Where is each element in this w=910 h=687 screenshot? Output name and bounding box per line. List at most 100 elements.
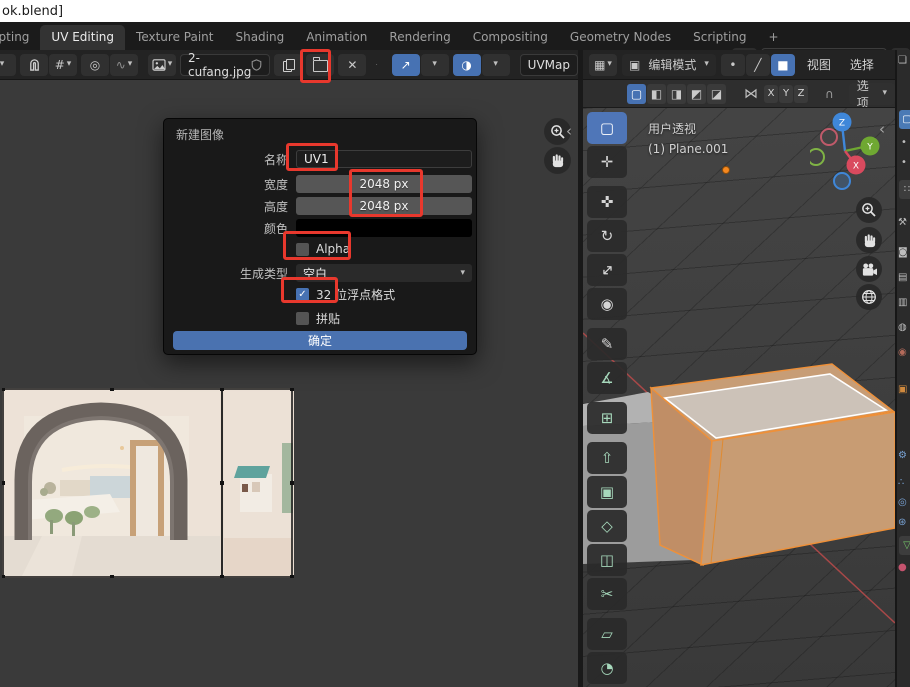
uv-editor-type-button[interactable]: ▾ — [0, 54, 16, 76]
vertex-select-button[interactable]: • — [721, 54, 745, 76]
tool-extrude-region[interactable]: ⇧ — [587, 442, 627, 474]
shield-icon[interactable] — [251, 59, 262, 71]
select-mode-new-button[interactable]: ▢ — [627, 84, 646, 104]
properties-tab-data[interactable]: ▽ — [899, 536, 910, 555]
move-icon: ✜ — [601, 193, 614, 211]
workspace-tab-texture-paint[interactable]: Texture Paint — [125, 25, 224, 50]
falloff-dropdown[interactable]: ∿ ▾ — [110, 54, 138, 76]
tool-knife[interactable]: ✂ — [587, 578, 627, 610]
tool-add-cube[interactable]: ⊞ — [587, 402, 627, 434]
properties-tab-world[interactable]: ◉ — [898, 348, 907, 358]
tool-scale[interactable]: ↔ — [587, 254, 627, 286]
workspace-tab-uv-editing[interactable]: UV Editing — [40, 25, 125, 50]
viewport-perspective-button[interactable] — [856, 284, 882, 310]
viewport-editor-type-button[interactable]: ▦ ▾ — [589, 54, 617, 76]
properties-tab-particles[interactable]: ∴ — [898, 478, 904, 488]
workspace-tab-compositing[interactable]: Compositing — [462, 25, 559, 50]
navigation-gizmo[interactable]: Z Y X — [810, 110, 890, 194]
new-image-button[interactable] — [274, 54, 302, 76]
image-name: 2-cufang.jpg — [188, 51, 251, 79]
uv-pan-button[interactable] — [544, 147, 571, 174]
pin-icon[interactable] — [376, 58, 377, 71]
tool-move[interactable]: ✜ — [587, 186, 627, 218]
workspace-tab-sculpting[interactable]: culpting — [0, 25, 40, 50]
viewport-sidebar-collapse-arrow[interactable]: ‹ — [879, 122, 885, 137]
edge-select-button[interactable]: ╱ — [746, 54, 770, 76]
proportional-edit-icon: ◎ — [90, 59, 100, 71]
image-name-field[interactable]: 2-cufang.jpg — [180, 54, 270, 76]
properties-tab-scene[interactable]: ◍ — [898, 323, 907, 333]
proportional-edit-button[interactable]: ◎ — [81, 54, 109, 76]
properties-tab-modifiers[interactable]: ⚙ — [898, 451, 907, 461]
properties-tab-tool-active[interactable]: ▢ — [899, 110, 910, 129]
face-select-button[interactable]: ■ — [771, 54, 795, 76]
tool-select-box[interactable]: ▢ — [587, 112, 627, 144]
tool-spin[interactable]: ◔ — [587, 652, 627, 684]
viewport-pan-button[interactable] — [856, 227, 882, 253]
mirror-x-button[interactable]: X — [764, 85, 778, 103]
uv-pivot-button[interactable]: ↗ — [392, 54, 420, 76]
tool-poly-build[interactable]: ▱ — [587, 618, 627, 650]
uv-reference-image[interactable] — [2, 388, 294, 578]
tool-measure[interactable]: ∡ — [587, 362, 627, 394]
select-mode-extend-button[interactable]: ◧ — [647, 84, 666, 104]
tool-loop-cut[interactable]: ◫ — [587, 544, 627, 576]
mirror-y-button[interactable]: Y — [779, 85, 793, 103]
mirror-z-button[interactable]: Z — [794, 85, 808, 103]
viewport-zoom-button[interactable] — [856, 197, 882, 223]
tiled-label[interactable]: 拼贴 — [316, 310, 340, 327]
properties-tab-view-layer[interactable]: ▥ — [898, 298, 907, 308]
uvmap-field[interactable]: UVMap — [520, 54, 578, 76]
properties-tab-constraints[interactable]: ⊛ — [898, 518, 906, 528]
workspace-tab-rendering[interactable]: Rendering — [378, 25, 461, 50]
tool-transform[interactable]: ◉ — [587, 288, 627, 320]
select-mode-subtract-button[interactable]: ◨ — [667, 84, 686, 104]
unlink-image-button[interactable]: ✕ — [338, 54, 366, 76]
cursor-icon: ✛ — [601, 153, 614, 171]
mode-dropdown[interactable]: ▣ 编辑模式 ▾ — [622, 54, 716, 76]
options-dropdown[interactable]: 选项 ▾ — [849, 83, 895, 105]
tool-rotate[interactable]: ↻ — [587, 220, 627, 252]
view-label: 用户透视 — [648, 120, 696, 137]
properties-tab-tool[interactable]: ⚒ — [898, 218, 907, 228]
display-channels-dropdown[interactable]: ▾ — [482, 54, 510, 76]
snap-target-dropdown[interactable]: # ▾ — [49, 54, 77, 76]
proportional-falloff-button[interactable]: ∩ — [820, 84, 839, 104]
menu-view[interactable]: 视图 — [800, 56, 838, 73]
gizmo-z-label: Z — [839, 119, 845, 129]
ok-button[interactable]: 确定 — [173, 331, 467, 350]
properties-tab-material[interactable]: ● — [898, 563, 907, 573]
properties-tab-physics[interactable]: ◎ — [898, 498, 907, 508]
uv-pivot-dropdown[interactable]: ▾ — [421, 54, 449, 76]
zoom-in-icon — [550, 124, 566, 140]
select-subtract-icon: ◨ — [671, 87, 682, 101]
tiled-checkbox[interactable] — [296, 312, 309, 325]
properties-tab-render[interactable]: ◙ — [898, 248, 908, 258]
workspace-tab-geometry-nodes[interactable]: Geometry Nodes — [559, 25, 682, 50]
properties-tab-output[interactable]: ▤ — [898, 273, 907, 283]
image-browse-button[interactable]: ▾ — [148, 54, 176, 76]
options-label: 选项 — [857, 80, 881, 108]
workspace-tab-shading[interactable]: Shading — [224, 25, 295, 50]
spin-icon: ◔ — [600, 659, 613, 677]
menu-select[interactable]: 选择 — [843, 56, 881, 73]
tool-inset-faces[interactable]: ▣ — [587, 476, 627, 508]
viewport-canvas[interactable]: 用户透视 (1) Plane.001 ▢ ✛ ✜ ↻ ↔ ◉ ✎ ∡ ⊞ ⇧ ▣… — [583, 108, 895, 687]
properties-tab-object[interactable]: ▣ — [898, 385, 907, 395]
viewport-camera-button[interactable] — [856, 256, 882, 282]
properties-editor-icon[interactable]: ❏ — [898, 56, 907, 66]
select-mode-invert-button[interactable]: ◩ — [687, 84, 706, 104]
tool-bevel[interactable]: ◇ — [587, 510, 627, 542]
knife-icon: ✂ — [601, 585, 614, 603]
select-mode-intersect-button[interactable]: ◪ — [707, 84, 726, 104]
workspace-tab-animation[interactable]: Animation — [295, 25, 378, 50]
display-channels-button[interactable]: ◑ — [453, 54, 481, 76]
mirror-icon[interactable]: ⋈ — [744, 87, 758, 101]
snap-toggle-button[interactable] — [20, 54, 48, 76]
select-invert-icon: ◩ — [691, 87, 702, 101]
gizmo-y-label: Y — [866, 143, 873, 153]
tool-cursor[interactable]: ✛ — [587, 146, 627, 178]
properties-tab-collapsed[interactable]: ∷ — [899, 180, 910, 199]
tool-annotate[interactable]: ✎ — [587, 328, 627, 360]
uv-sidebar-collapse-arrow[interactable]: ‹ — [566, 124, 572, 139]
